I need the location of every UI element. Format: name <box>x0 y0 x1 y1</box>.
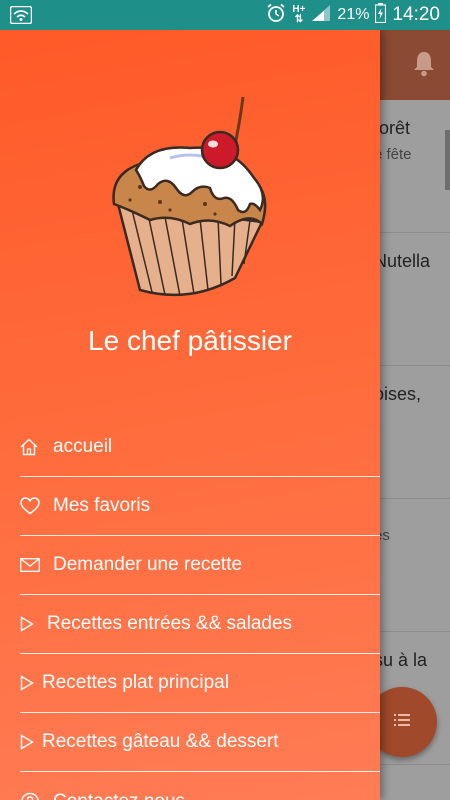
menu-item-demander-recette[interactable]: Demander une recette <box>20 536 380 595</box>
battery-charging-icon <box>375 2 387 28</box>
play-outline-icon <box>20 671 42 695</box>
menu-item-accueil[interactable]: accueil <box>20 418 380 477</box>
clock: 14:20 <box>392 4 440 25</box>
drawer-menu: accueil Mes favoris Demander une recette… <box>20 418 380 800</box>
play-outline-icon <box>20 612 47 636</box>
envelope-icon <box>20 553 53 577</box>
home-icon <box>20 435 53 459</box>
menu-item-contact[interactable]: Contactez nous <box>20 772 380 800</box>
list-item-title: oises, <box>374 384 422 404</box>
battery-percent: 21% <box>337 6 370 23</box>
app-name: Le chef pâtissier <box>88 325 292 356</box>
menu-item-entrees-salades[interactable]: Recettes entrées && salades <box>20 595 380 654</box>
menu-item-gateau-dessert[interactable]: Recettes gâteau && dessert <box>20 713 380 772</box>
heart-icon <box>20 494 53 518</box>
menu-item-label: Recettes plat principal <box>42 672 229 693</box>
list-item-title: Nutella <box>374 251 431 271</box>
alarm-icon <box>266 3 286 28</box>
bell-icon[interactable] <box>412 50 436 83</box>
menu-item-label: Recettes entrées && salades <box>47 613 293 634</box>
menu-item-label: Mes favoris <box>53 495 151 516</box>
network-label: H+ <box>292 4 306 15</box>
help-circle-icon <box>20 790 53 800</box>
navigation-drawer: Le chef pâtissier accueil Mes favoris De… <box>0 30 380 800</box>
list-icon <box>394 713 410 732</box>
network-type: H+ ⇅ <box>292 4 306 25</box>
play-outline-icon <box>20 730 42 754</box>
status-bar: H+ ⇅ 21% 14:20 <box>0 0 450 30</box>
signal-icon <box>311 4 331 27</box>
list-item-title: su à la <box>374 650 428 670</box>
menu-item-plat-principal[interactable]: Recettes plat principal <box>20 654 380 713</box>
wifi-icon <box>9 5 33 29</box>
cupcake-logo <box>110 92 270 307</box>
menu-item-label: Recettes gâteau && dessert <box>42 731 279 752</box>
menu-item-label: accueil <box>53 436 113 457</box>
menu-item-label: Demander une recette <box>53 554 243 575</box>
menu-item-label: Contactez nous <box>53 791 185 800</box>
menu-item-favoris[interactable]: Mes favoris <box>20 477 380 536</box>
scrollbar[interactable] <box>445 130 450 190</box>
